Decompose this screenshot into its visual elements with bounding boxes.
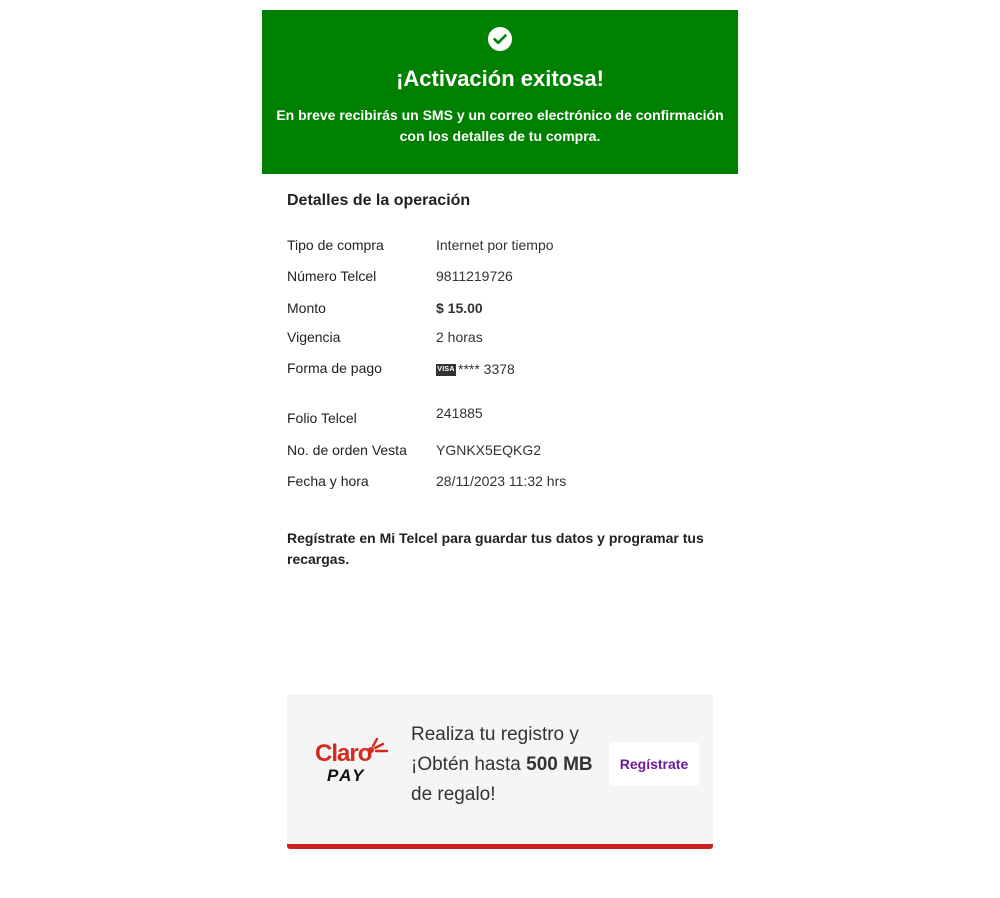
claro-pay-promo-card: Claro PAY Realiza tu registro y ¡Obtén h… xyxy=(287,694,713,849)
order-number-label: No. de orden Vesta xyxy=(287,442,407,458)
visa-card-icon: VISA xyxy=(436,364,456,377)
datetime-value: 28/11/2023 11:32 hrs xyxy=(436,473,567,489)
register-note: Regístrate en Mi Telcel para guardar tus… xyxy=(287,530,704,567)
banner-title: ¡Activación exitosa! xyxy=(396,66,604,91)
promo-message: Realiza tu registro y ¡Obtén hasta 500 M… xyxy=(411,720,601,810)
check-circle-icon xyxy=(488,27,512,51)
card-mask: **** 3378 xyxy=(458,361,515,377)
pay-logo-word: PAY xyxy=(327,766,366,785)
folio-value: 241885 xyxy=(436,405,483,421)
purchase-type-value: Internet por tiempo xyxy=(436,237,554,253)
amount-value: $ 15.00 xyxy=(436,300,483,316)
claro-pay-logo: Claro PAY xyxy=(315,737,395,792)
claro-rays-icon xyxy=(368,737,389,753)
claro-logo-word: Claro xyxy=(315,740,372,767)
validity-label: Vigencia xyxy=(287,329,341,345)
folio-label: Folio Telcel xyxy=(287,410,357,426)
validity-value: 2 horas xyxy=(436,329,483,345)
payment-method-label: Forma de pago xyxy=(287,360,382,376)
amount-label: Monto xyxy=(287,300,326,316)
payment-method-value: VISA **** 3378 xyxy=(436,361,515,377)
promo-text-suffix: de regalo! xyxy=(411,784,496,805)
banner-message: En breve recibirás un SMS y un correo el… xyxy=(276,107,724,144)
phone-number-value: 9811219726 xyxy=(436,268,513,284)
details-title: Detalles de la operación xyxy=(287,192,471,209)
phone-number-label: Número Telcel xyxy=(287,268,377,284)
success-banner: ¡Activación exitosa! En breve recibirás … xyxy=(262,10,738,174)
register-button[interactable]: Regístrate xyxy=(609,742,699,786)
order-number-value: YGNKX5EQKG2 xyxy=(436,442,542,458)
confirmation-page: ¡Activación exitosa! En breve recibirás … xyxy=(0,0,1000,898)
datetime-label: Fecha y hora xyxy=(287,473,369,489)
promo-text-highlight: 500 MB xyxy=(526,754,593,775)
purchase-type-label: Tipo de compra xyxy=(287,237,384,253)
